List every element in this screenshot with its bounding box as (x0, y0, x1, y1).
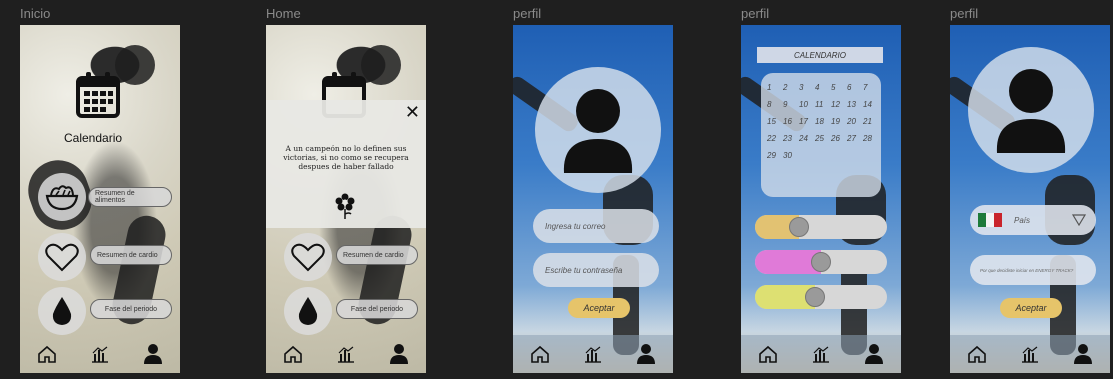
calendar-day[interactable]: 30 (783, 151, 799, 160)
calendar-day[interactable]: 20 (847, 117, 863, 126)
drop-icon[interactable] (38, 287, 86, 335)
home-icon[interactable] (756, 342, 780, 366)
bottom-nav (20, 335, 180, 373)
calendar-day[interactable]: 14 (863, 100, 879, 109)
bottom-nav (266, 335, 426, 373)
profile-icon[interactable] (1071, 342, 1095, 366)
accept-button[interactable]: Aceptar (568, 298, 630, 318)
frame-label-perfil-1: perfil (513, 6, 542, 21)
perfil-calendar-screen: CALENDARIO 1 2 3 4 5 6 7 8 9 10 11 12 13 14 15 16 17 18 19… (741, 25, 901, 373)
email-field[interactable]: Ingresa tu correo (533, 209, 659, 243)
close-icon[interactable]: ✕ (405, 102, 420, 123)
calendar-icon[interactable] (75, 70, 121, 118)
flower-icon (334, 192, 356, 225)
calendar-day[interactable]: 29 (767, 151, 783, 160)
period-phase-button[interactable]: Fase del periodo (336, 299, 418, 319)
calendar-label[interactable]: Calendario (64, 131, 122, 145)
toggle-2-knob[interactable] (811, 252, 831, 272)
perfil-login-screen: Ingresa tu correo Escribe tu contraseña … (513, 25, 673, 373)
bottom-nav (741, 335, 901, 373)
inicio-screen: Calendario Resumen de alimentos Resumen … (20, 25, 180, 373)
calendar-day[interactable]: 19 (831, 117, 847, 126)
stats-icon[interactable] (1018, 342, 1042, 366)
country-select[interactable]: País (970, 205, 1096, 235)
heart-icon[interactable] (38, 233, 86, 281)
calendar-day[interactable]: 16 (783, 117, 799, 126)
stats-icon[interactable] (88, 342, 112, 366)
calendar-grid: 1 2 3 4 5 6 7 8 9 10 11 12 13 14 15 16 17 18 19 20 21 22 23 24 2… (761, 73, 881, 197)
calendar-day[interactable]: 4 (815, 83, 831, 92)
perfil-country-screen: País Por que decidiste iniciar en ENERGY… (950, 25, 1110, 373)
calendar-day[interactable]: 24 (799, 134, 815, 143)
question-field[interactable]: Por que decidiste iniciar en ENERGY TRAC… (970, 255, 1096, 285)
profile-icon[interactable] (634, 342, 658, 366)
calendar-day[interactable]: 26 (831, 134, 847, 143)
toggle-3[interactable] (755, 285, 887, 309)
calendar-day[interactable]: 25 (815, 134, 831, 143)
calendar-day[interactable]: 7 (863, 83, 879, 92)
home-screen: ✕ A un campeón no lo definen sus victori… (266, 25, 426, 373)
toggle-3-knob[interactable] (805, 287, 825, 307)
calendar-day[interactable]: 2 (783, 83, 799, 92)
calendar-day[interactable]: 22 (767, 134, 783, 143)
heart-icon[interactable] (284, 233, 332, 281)
home-icon[interactable] (528, 342, 552, 366)
toggle-1[interactable] (755, 215, 887, 239)
stats-icon[interactable] (334, 342, 358, 366)
frame-label-perfil-3: perfil (950, 6, 979, 21)
frame-label-perfil-2: perfil (741, 6, 770, 21)
calendar-day[interactable]: 1 (767, 83, 783, 92)
avatar[interactable] (968, 47, 1094, 173)
home-icon[interactable] (281, 342, 305, 366)
home-icon[interactable] (35, 342, 59, 366)
calendar-day[interactable]: 23 (783, 134, 799, 143)
profile-icon[interactable] (387, 342, 411, 366)
calendar-day[interactable]: 9 (783, 100, 799, 109)
password-field[interactable]: Escribe tu contraseña (533, 253, 659, 287)
avatar[interactable] (535, 67, 661, 193)
calendar-day[interactable]: 17 (799, 117, 815, 126)
mexico-flag-icon (978, 213, 1002, 227)
calendar-day[interactable]: 10 (799, 100, 815, 109)
runner-head (115, 45, 155, 85)
drop-icon[interactable] (284, 287, 332, 335)
calendar-day[interactable]: 27 (847, 134, 863, 143)
stats-icon[interactable] (809, 342, 833, 366)
stats-icon[interactable] (581, 342, 605, 366)
food-summary-button[interactable]: Resumen de alimentos (88, 187, 172, 207)
calendar-day[interactable]: 18 (815, 117, 831, 126)
motivational-quote: A un campeón no lo definen sus victorias… (283, 144, 409, 171)
home-icon[interactable] (965, 342, 989, 366)
frame-label-inicio: Inicio (20, 6, 51, 21)
calendar-day[interactable]: 11 (815, 100, 831, 109)
calendar-day[interactable]: 8 (767, 100, 783, 109)
calendar-day[interactable]: 13 (847, 100, 863, 109)
period-phase-button[interactable]: Fase del periodo (90, 299, 172, 319)
calendar-header: CALENDARIO (757, 47, 883, 63)
calendar-day[interactable]: 6 (847, 83, 863, 92)
bottom-nav (513, 335, 673, 373)
country-placeholder: País (1014, 215, 1031, 225)
calendar-day[interactable]: 5 (831, 83, 847, 92)
runner-head (361, 45, 401, 85)
calendar-day[interactable]: 3 (799, 83, 815, 92)
chevron-down-icon[interactable] (1072, 214, 1086, 226)
calendar-day[interactable]: 21 (863, 117, 879, 126)
quote-modal: ✕ A un campeón no lo definen sus victori… (266, 100, 426, 228)
frame-label-home: Home (266, 6, 301, 21)
cardio-summary-button[interactable]: Resumen de cardio (336, 245, 418, 265)
cardio-summary-button[interactable]: Resumen de cardio (90, 245, 172, 265)
calendar-day[interactable]: 28 (863, 134, 879, 143)
bottom-nav (950, 335, 1110, 373)
toggle-2[interactable] (755, 250, 887, 274)
calendar-day[interactable]: 15 (767, 117, 783, 126)
food-bowl-icon[interactable] (38, 173, 86, 221)
profile-icon[interactable] (141, 342, 165, 366)
profile-icon[interactable] (862, 342, 886, 366)
accept-button[interactable]: Aceptar (1000, 298, 1062, 318)
toggle-1-knob[interactable] (789, 217, 809, 237)
calendar-day[interactable]: 12 (831, 100, 847, 109)
